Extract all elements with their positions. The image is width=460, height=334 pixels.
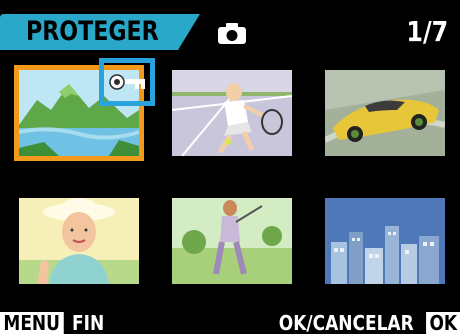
ok-key[interactable]: OK — [425, 312, 460, 334]
thumbnail-6[interactable] — [325, 198, 445, 284]
thumbnail-5[interactable] — [172, 198, 292, 284]
thumbnail-grid — [0, 57, 460, 297]
menu-key[interactable]: MENU — [0, 312, 64, 334]
footer-bar: MENU FIN OK/CANCELAR OK — [0, 307, 460, 334]
thumbnail-2[interactable] — [172, 70, 292, 156]
camera-icon — [217, 23, 247, 45]
key-icon — [109, 73, 147, 91]
protect-indicator — [99, 58, 155, 106]
header-bar: PROTEGER 1/7 — [0, 0, 460, 50]
ok-action-label: OK/CANCELAR — [279, 311, 414, 334]
menu-action-label: FIN — [72, 311, 105, 334]
image-counter: 1/7 — [406, 15, 448, 48]
thumbnail-3[interactable] — [325, 70, 445, 156]
thumbnail-4[interactable] — [19, 198, 139, 284]
mode-title: PROTEGER — [26, 16, 159, 47]
camera-screen: PROTEGER 1/7 MENU FIN OK/CANCELAR OK — [0, 0, 460, 334]
